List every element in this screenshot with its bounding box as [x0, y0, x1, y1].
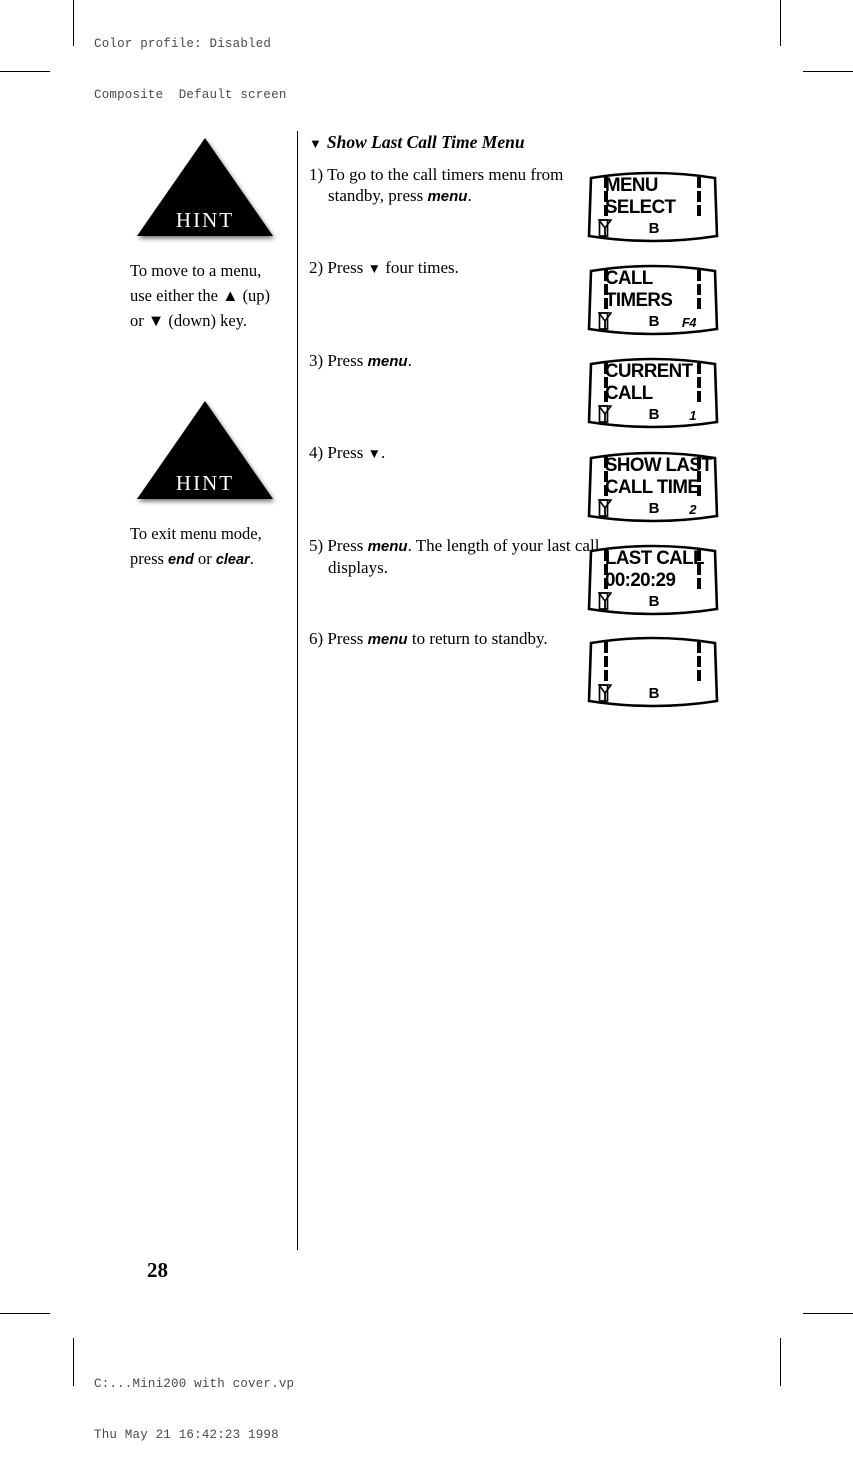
- key-label-menu: menu: [367, 538, 408, 555]
- lcd-segment-bars: [604, 177, 701, 216]
- lcd-display-call-timers: CALL TIMERS B F4: [585, 259, 721, 341]
- hint-text-line-1: To move to a menu,: [130, 258, 280, 283]
- section-heading: ▼ Show Last Call Time Menu: [309, 131, 579, 155]
- key-label-menu: menu: [367, 631, 408, 648]
- hint-text-line-3: or ▼ (down) key.: [130, 308, 280, 333]
- hint-line-1-text: To move to a menu,: [130, 261, 262, 280]
- step-2-number: 2): [309, 258, 324, 277]
- section-marker-icon: ▼: [309, 136, 322, 151]
- step-2: 2) Press ▼ four times.: [309, 257, 600, 279]
- step-6-text-a: Press: [327, 629, 368, 648]
- lcd-segment-bars: [604, 642, 701, 681]
- step-4: 4) Press ▼.: [309, 442, 600, 464]
- key-label-clear: clear: [215, 552, 250, 568]
- hint-badge-label: HINT: [175, 471, 235, 495]
- section-heading-text: Show Last Call Time Menu: [326, 132, 525, 152]
- hint-triangle-badge: HINT: [130, 132, 280, 244]
- hint-text-line-1: To exit menu mode,: [130, 521, 280, 546]
- hint-sidebar: HINT To move to a menu, use either the ▲…: [130, 132, 280, 621]
- step-3-text-a: Press: [327, 351, 368, 370]
- down-arrow-icon: ▼: [367, 261, 381, 276]
- instructions-column: ▼ Show Last Call Time Menu: [309, 131, 579, 161]
- hint-badge-label: HINT: [175, 208, 235, 232]
- step-3-text-b: .: [407, 351, 412, 370]
- prepress-footer-line-2: Thu May 21 16:42:23 1998: [94, 1428, 279, 1442]
- key-label-menu: menu: [367, 353, 408, 370]
- lcd-segment-bars: [604, 550, 701, 589]
- step-2-text-a: Press: [327, 258, 368, 277]
- step-5-number: 5): [309, 536, 324, 555]
- step-2-text-b: four times.: [380, 258, 459, 277]
- hint-line-1-text: To exit menu mode,: [130, 524, 262, 543]
- column-divider-rule: [297, 131, 298, 1250]
- step-1-number: 1): [309, 165, 324, 184]
- up-arrow-icon: ▲: [222, 286, 239, 305]
- step-3: 3) Press menu.: [309, 350, 600, 372]
- hint-text-line-2: press end or clear.: [130, 546, 280, 573]
- step-1: 1) To go to the call timers menu from st…: [309, 164, 600, 207]
- down-arrow-icon: ▼: [367, 446, 381, 461]
- step-6-text-b: to return to standby.: [407, 629, 548, 648]
- lcd-display-standby-blank: B: [585, 631, 721, 713]
- step-4-text-a: Press: [327, 443, 368, 462]
- manual-page: HINT To move to a menu, use either the ▲…: [0, 0, 853, 1386]
- down-arrow-icon: ▼: [147, 311, 165, 330]
- step-5-text-a: Press: [327, 536, 368, 555]
- lcd-display-current-call: CURRENT CALL B 1: [585, 352, 721, 434]
- hint-line-2-prefix: use either the: [130, 286, 223, 305]
- step-3-number: 3): [309, 351, 324, 370]
- lcd-segment-bars: [604, 363, 701, 402]
- step-6: 6) Press menu to return to standby.: [309, 628, 600, 650]
- step-4-text-b: .: [380, 443, 386, 462]
- lcd-display-last-call-duration: LAST CALL 00:20:29 B: [585, 539, 721, 621]
- hint-line-3-suffix: (down) key.: [164, 311, 248, 330]
- lcd-display-show-last-call-time: SHOW LAST CALL TIME B 2: [585, 446, 721, 528]
- step-6-number: 6): [309, 629, 324, 648]
- hint-line-2-suffix: (up): [238, 286, 271, 305]
- hint-text-line-2: use either the ▲ (up): [130, 283, 280, 308]
- lcd-segment-bars: [604, 270, 701, 309]
- hint-text: To exit menu mode, press end or clear.: [130, 521, 280, 573]
- hint-triangle-badge: HINT: [130, 395, 280, 507]
- page-number: 28: [147, 1258, 168, 1282]
- hint-line-2-suffix: .: [249, 549, 254, 568]
- hint-line-3-prefix: or: [130, 311, 148, 330]
- key-label-end: end: [168, 552, 194, 568]
- hint-block-exit-menu: HINT To exit menu mode, press end or cle…: [130, 395, 280, 573]
- step-5: 5) Press menu. The length of your last c…: [309, 535, 600, 578]
- hint-line-2-conjunction: or: [193, 549, 216, 568]
- step-4-number: 4): [309, 443, 324, 462]
- lcd-segment-bars: [604, 457, 701, 496]
- hint-block-navigate-menu: HINT To move to a menu, use either the ▲…: [130, 132, 280, 333]
- prepress-footer: C:...Mini200 with cover.vp Thu May 21 16…: [94, 1342, 294, 1461]
- hint-line-2-prefix: press: [130, 549, 169, 568]
- step-1-text-b: .: [467, 186, 472, 205]
- prepress-footer-line-1: C:...Mini200 with cover.vp: [94, 1377, 295, 1391]
- lcd-display-menu-select: MENU SELECT B: [585, 166, 721, 248]
- key-label-menu: menu: [427, 188, 468, 205]
- hint-text: To move to a menu, use either the ▲ (up)…: [130, 258, 280, 333]
